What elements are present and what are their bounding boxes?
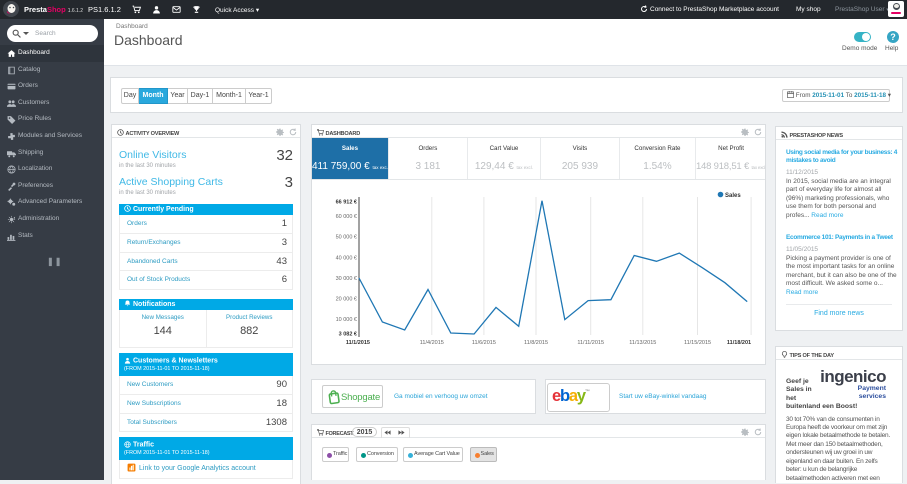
svg-text:11/18/201: 11/18/201 <box>727 340 751 346</box>
svg-text:11/8/2015: 11/8/2015 <box>524 340 548 346</box>
svg-text:10 000 €: 10 000 € <box>336 317 357 323</box>
svg-text:20 000 €: 20 000 € <box>336 297 357 303</box>
svg-text:11/1/2015: 11/1/2015 <box>346 340 370 346</box>
svg-text:50 000 €: 50 000 € <box>336 235 357 241</box>
svg-text:11/13/2015: 11/13/2015 <box>629 340 656 346</box>
svg-text:11/4/2015: 11/4/2015 <box>420 340 444 346</box>
svg-text:11/6/2015: 11/6/2015 <box>472 340 496 346</box>
svg-text:11/11/2015: 11/11/2015 <box>577 340 604 346</box>
svg-text:11/15/2015: 11/15/2015 <box>684 340 711 346</box>
svg-text:60 000 €: 60 000 € <box>336 214 357 220</box>
svg-text:66 912 €: 66 912 € <box>336 200 357 206</box>
svg-text:Sales: Sales <box>725 193 741 199</box>
svg-text:3 082 €: 3 082 € <box>339 332 357 338</box>
svg-text:40 000 €: 40 000 € <box>336 255 357 261</box>
svg-text:30 000 €: 30 000 € <box>336 276 357 282</box>
